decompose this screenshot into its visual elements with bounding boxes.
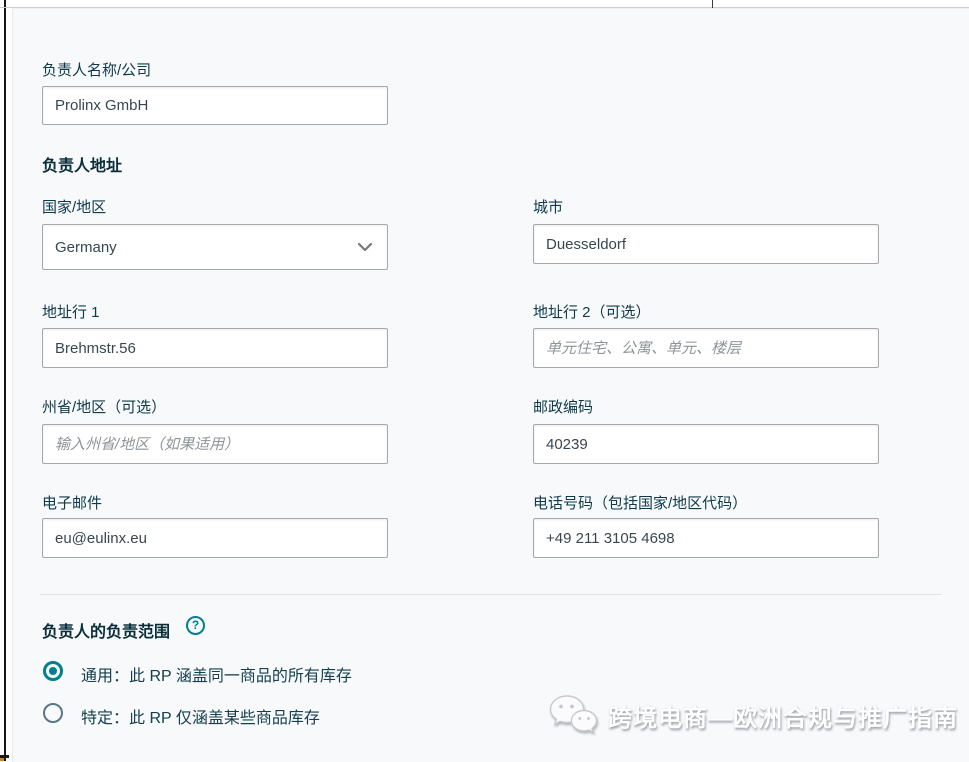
phone-label: 电话号码（包括国家/地区代码） (533, 495, 748, 512)
responsible-person-name-label: 负责人名称/公司 (42, 62, 152, 79)
scope-specific-radio[interactable] (43, 703, 63, 723)
section-divider (40, 594, 941, 595)
scope-generic-radio[interactable] (43, 661, 63, 681)
email-input[interactable] (42, 518, 388, 558)
email-label: 电子邮件 (42, 495, 103, 512)
chevron-down-icon (357, 242, 373, 252)
city-label: 城市 (533, 199, 564, 216)
scope-section-title: 负责人的负责范围 (42, 624, 171, 641)
city-input[interactable] (533, 224, 879, 264)
phone-input[interactable] (533, 518, 879, 558)
state-label: 州省/地区（可选） (42, 399, 167, 416)
address-line1-label: 地址行 1 (42, 304, 100, 321)
postal-code-label: 邮政编码 (533, 399, 594, 416)
country-label: 国家/地区 (42, 199, 107, 216)
state-input[interactable] (42, 424, 388, 464)
responsible-person-name-input[interactable] (42, 86, 388, 125)
address-section-title: 负责人地址 (42, 158, 123, 175)
country-select-value: Germany (55, 238, 117, 256)
address-line2-input[interactable] (533, 328, 879, 368)
address-line1-input[interactable] (42, 328, 388, 368)
country-select[interactable]: Germany (42, 224, 388, 270)
postal-code-input[interactable] (533, 424, 879, 464)
help-icon[interactable]: ? (186, 616, 205, 635)
top-tick-artifact (712, 0, 713, 8)
page-left-border (4, 0, 6, 761)
address-line2-label: 地址行 2（可选） (533, 304, 651, 321)
scope-specific-radio-label[interactable]: 特定：此 RP 仅涵盖某些商品库存 (81, 704, 320, 728)
scope-generic-radio-label[interactable]: 通用：此 RP 涵盖同一商品的所有库存 (81, 662, 352, 686)
